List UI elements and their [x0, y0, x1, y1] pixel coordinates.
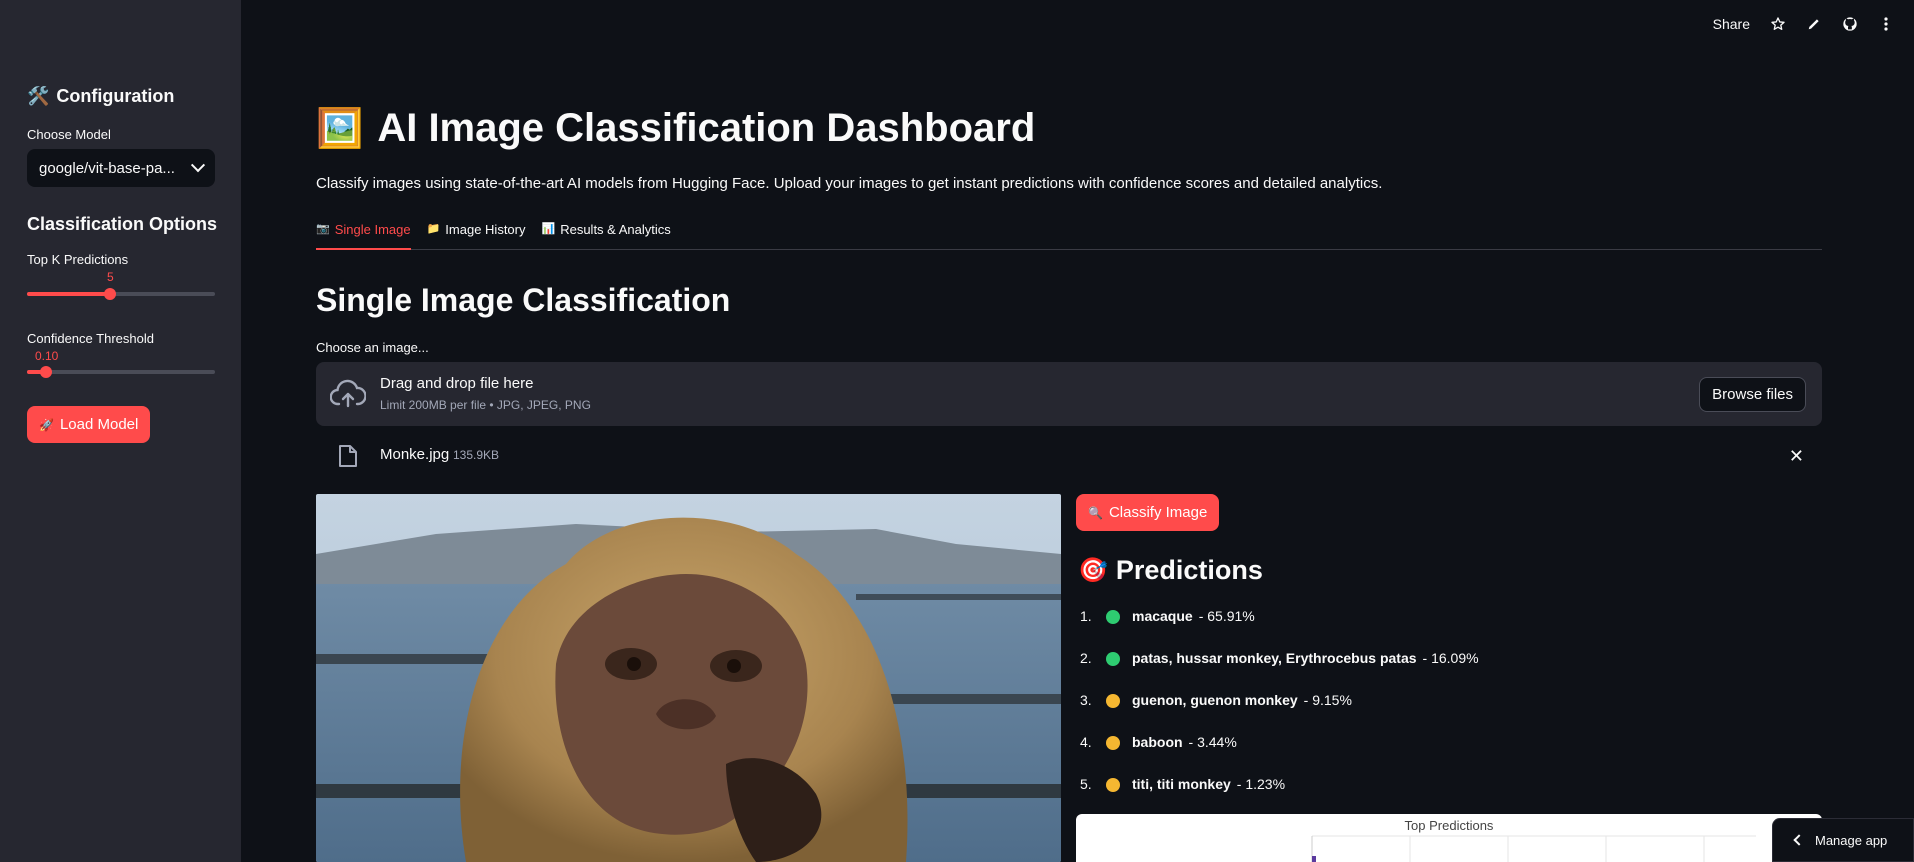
prediction-item: 4. baboon - 3.44%	[1080, 734, 1479, 776]
prediction-percent: - 9.15%	[1303, 692, 1352, 708]
threshold-slider-handle[interactable]	[39, 366, 52, 378]
chevron-left-icon	[1793, 834, 1805, 846]
picture-icon: 🖼️	[316, 107, 364, 150]
section-title: Single Image Classification	[316, 282, 731, 318]
tab-bar: 📷 Single Image 📁 Image History 📊 Results…	[316, 222, 1822, 250]
config-title: Configuration	[56, 86, 175, 106]
tab-label: Image History	[445, 222, 526, 237]
prediction-percent: - 16.09%	[1422, 650, 1479, 666]
chart-grid	[1311, 835, 1756, 862]
more-icon[interactable]	[1878, 16, 1894, 32]
confidence-dot-icon	[1106, 610, 1120, 624]
target-icon: 🎯	[1078, 557, 1108, 584]
tools-icon: 🛠️	[27, 86, 50, 106]
tab-label: Single Image	[334, 222, 411, 237]
options-title: Classification Options	[27, 214, 218, 234]
prediction-percent: - 65.91%	[1198, 608, 1255, 624]
close-icon[interactable]: ✕	[1789, 446, 1804, 467]
bar-chart-icon: 📊	[541, 223, 556, 235]
tab-image-history[interactable]: 📁 Image History	[427, 222, 526, 250]
prediction-percent: - 1.23%	[1236, 776, 1286, 792]
manage-app-label: Manage app	[1815, 832, 1888, 848]
chevron-down-icon	[190, 158, 206, 173]
camera-icon: 📷	[316, 223, 330, 235]
top-predictions-chart: Top Predictions	[1076, 814, 1822, 862]
confidence-dot-icon	[1106, 778, 1120, 792]
prediction-label: patas, hussar monkey, Erythrocebus patas	[1132, 650, 1417, 666]
topk-slider[interactable]	[27, 288, 215, 300]
topk-slider-fill	[27, 292, 110, 296]
folder-icon: 📁	[426, 223, 441, 235]
prediction-item: 2. patas, hussar monkey, Erythrocebus pat…	[1080, 650, 1479, 692]
manage-app-button[interactable]: Manage app	[1772, 818, 1914, 862]
tab-results-analytics[interactable]: 📊 Results & Analytics	[542, 222, 671, 250]
predictions-title-text: Predictions	[1115, 555, 1263, 585]
confidence-dot-icon	[1106, 736, 1120, 750]
prediction-label: macaque	[1132, 608, 1193, 624]
prediction-item: 3. guenon, guenon monkey - 9.15%	[1080, 692, 1479, 734]
search-icon: 🔍	[1088, 505, 1103, 520]
tab-label: Results & Analytics	[560, 222, 671, 237]
model-label: Choose Model	[27, 127, 111, 142]
load-model-label: Load Model	[59, 416, 139, 433]
uploader-label: Choose an image...	[316, 340, 429, 355]
model-select-value: google/vit-base-pa...	[39, 159, 175, 177]
github-icon[interactable]	[1842, 16, 1858, 32]
prediction-rank: 2.	[1080, 650, 1092, 666]
threshold-label: Confidence Threshold	[27, 331, 154, 346]
uploaded-image-preview	[316, 494, 1061, 862]
prediction-rank: 4.	[1080, 734, 1092, 750]
prediction-label: baboon	[1132, 734, 1183, 750]
prediction-item: 5. titi, titi monkey - 1.23%	[1080, 776, 1479, 818]
threshold-value: 0.10	[35, 349, 59, 363]
uploaded-file-row: Monke.jpg 135.9KB ✕	[316, 440, 1822, 472]
confidence-dot-icon	[1106, 652, 1120, 666]
config-heading: 🛠️ Configuration	[27, 86, 174, 107]
dropzone-instructions: Drag and drop file here	[380, 375, 534, 392]
file-icon	[338, 444, 358, 473]
predictions-title: 🎯 Predictions	[1078, 555, 1263, 586]
file-size: 135.9KB	[453, 448, 500, 462]
classify-image-button[interactable]: 🔍 Classify Image	[1076, 494, 1220, 531]
page-title-text: AI Image Classification Dashboard	[377, 106, 1036, 150]
topk-label: Top K Predictions	[27, 252, 129, 267]
file-name: Monke.jpg	[380, 446, 450, 463]
prediction-rank: 3.	[1080, 692, 1092, 708]
monkey-photo	[316, 494, 1061, 862]
page-title: 🖼️ AI Image Classification Dashboard	[316, 106, 1035, 151]
load-model-button[interactable]: 🚀 Load Model	[27, 406, 151, 443]
prediction-rank: 1.	[1080, 608, 1092, 624]
prediction-label: titi, titi monkey	[1132, 776, 1231, 792]
classify-image-label: Classify Image	[1108, 504, 1208, 521]
model-select[interactable]: google/vit-base-pa...	[27, 149, 215, 187]
page-subtitle: Classify images using state-of-the-art A…	[316, 175, 1383, 192]
browse-files-button[interactable]: Browse files	[1699, 377, 1806, 412]
confidence-dot-icon	[1106, 694, 1120, 708]
sidebar: 🛠️ Configuration Choose Model google/vit-…	[0, 0, 241, 862]
threshold-slider[interactable]	[27, 366, 215, 378]
prediction-rank: 5.	[1080, 776, 1092, 792]
cloud-upload-icon	[329, 379, 367, 414]
predictions-list: 1. macaque - 65.91% 2. patas, hussar monkey…	[1080, 608, 1479, 818]
prediction-label: guenon, guenon monkey	[1132, 692, 1298, 708]
topk-value: 5	[107, 270, 114, 284]
prediction-item: 1. macaque - 65.91%	[1080, 608, 1479, 650]
dropzone-limits: Limit 200MB per file • JPG, JPEG, PNG	[380, 398, 591, 412]
tab-single-image[interactable]: 📷 Single Image	[316, 222, 411, 250]
rocket-icon: 🚀	[39, 417, 54, 432]
prediction-percent: - 3.44%	[1188, 734, 1237, 750]
main-content: 🖼️ AI Image Classification Dashboard Cla…	[316, 0, 1822, 862]
topk-slider-handle[interactable]	[103, 288, 116, 300]
file-dropzone[interactable]: Drag and drop file here Limit 200MB per …	[316, 362, 1822, 426]
